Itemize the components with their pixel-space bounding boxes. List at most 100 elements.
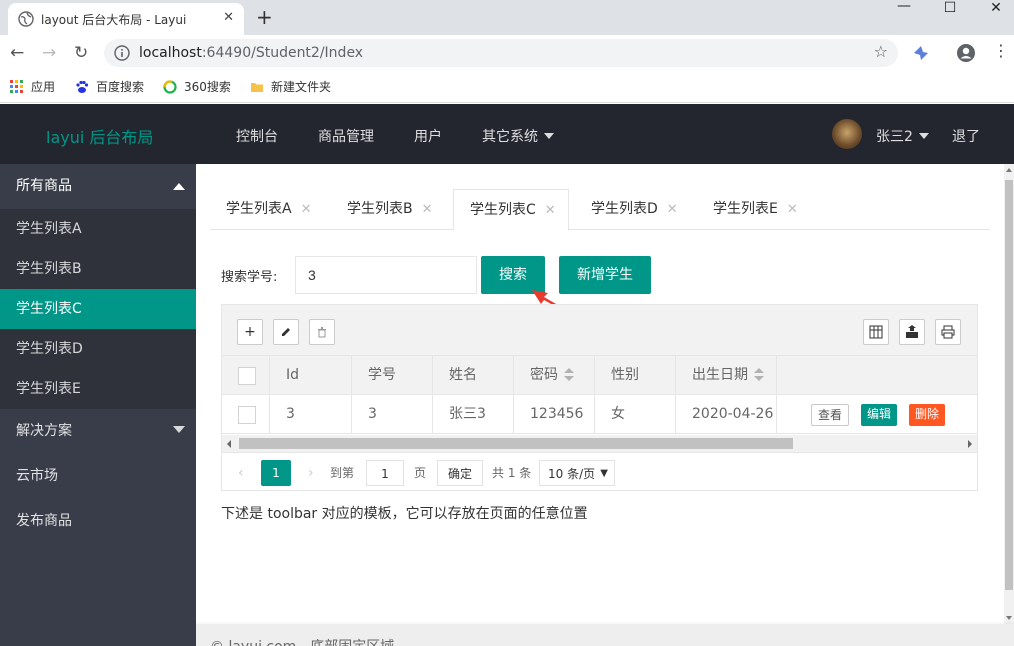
row-checkbox-cell [222,395,270,434]
sidebar: 所有商品 学生列表A 学生列表B 学生列表C 学生列表D 学生列表E 解决方案 … [0,164,196,646]
sidebar-group-cloud-market[interactable]: 云市场 [0,454,196,499]
bookmarks-bar: 应用 百度搜索 360搜索 新建文件夹 [0,71,1014,103]
column-filter-icon[interactable] [863,319,889,345]
extension-icon[interactable] [912,44,930,62]
column-header-actions [777,356,977,395]
header-checkbox-cell [222,356,270,395]
sidebar-item-list-a[interactable]: 学生列表A [0,209,196,249]
browser-tab[interactable]: layout 后台大布局 - Layui ✕ [8,3,244,35]
tab-list-b[interactable]: 学生列表B ✕ [331,189,445,230]
scroll-down-arrow-icon[interactable] [1006,616,1012,620]
sidebar-group-publish[interactable]: 发布商品 [0,499,196,544]
address-bar-row: ← → ↻ localhost:64490/Student2/Index ☆ ⋮ [0,35,1014,71]
total-count: 共 1 条 [492,466,532,480]
table-hscroll[interactable] [222,435,977,452]
apps-grid-icon [10,79,23,93]
goto-confirm-button[interactable]: 确定 [437,460,483,486]
table-toolbar: + [222,305,977,356]
next-page-icon[interactable]: › [308,460,314,486]
sidebar-group-solutions[interactable]: 解决方案 [0,409,196,454]
browser-menu-icon[interactable]: ⋮ [993,41,1009,60]
scrollbar-thumb[interactable] [1005,180,1013,590]
column-header-password[interactable]: 密码 [514,356,595,395]
reload-icon[interactable]: ↻ [74,43,88,63]
data-table: + Id 学号 姓名 密码 性别 出生日期 3 3 张三3 123456 女 2… [221,304,978,491]
table-row[interactable]: 3 3 张三3 123456 女 2020-04-26 查看 编辑 删除 [222,395,977,434]
sort-icon[interactable] [564,368,574,382]
maximize-button[interactable]: ☐ [928,0,972,18]
column-header-name[interactable]: 姓名 [433,356,514,395]
dropdown-arrow-icon: ▼ [600,468,608,479]
column-header-sex[interactable]: 性别 [595,356,676,395]
sidebar-item-list-d[interactable]: 学生列表D [0,329,196,369]
scroll-left-arrow-icon[interactable] [227,440,231,448]
page-scrollbar[interactable] [1004,164,1014,624]
scroll-up-arrow-icon[interactable] [1006,168,1012,172]
user-menu[interactable]: 张三2 [876,126,929,146]
close-icon[interactable]: ✕ [301,202,312,217]
nav-console[interactable]: 控制台 [236,126,278,146]
footer-text: © layui.com - 底部固定区域 [210,636,394,646]
close-icon[interactable]: ✕ [787,202,798,217]
nav-users[interactable]: 用户 [414,126,442,146]
sidebar-item-list-b[interactable]: 学生列表B [0,249,196,289]
add-icon[interactable]: + [237,319,263,345]
search-input[interactable] [295,256,477,294]
url-bar[interactable]: localhost:64490/Student2/Index ☆ [104,39,898,67]
edit-button[interactable]: 编辑 [861,404,898,426]
edit-pencil-icon[interactable] [273,319,299,345]
logout-link[interactable]: 退了 [952,126,980,146]
nav-other-systems[interactable]: 其它系统 [482,126,554,146]
back-arrow-icon[interactable]: ← [10,43,24,63]
bookmark-apps[interactable]: 应用 [10,78,55,95]
export-icon[interactable] [899,319,925,345]
tab-strip: 学生列表A ✕ 学生列表B ✕ 学生列表C ✕ 学生列表D ✕ 学生列表E ✕ [210,189,990,231]
close-icon[interactable]: ✕ [422,202,433,217]
sidebar-item-list-c[interactable]: 学生列表C [0,289,196,329]
sidebar-item-list-e[interactable]: 学生列表E [0,369,196,409]
hscroll-thumb[interactable] [239,438,793,449]
bookmark-360[interactable]: 360搜索 [163,78,231,95]
new-tab-button[interactable]: + [256,5,273,29]
scroll-right-arrow-icon[interactable] [968,440,972,448]
tab-list-c[interactable]: 学生列表C ✕ [453,189,569,231]
profile-icon[interactable] [956,43,976,63]
close-icon[interactable]: ✕ [667,202,678,217]
page-size-select[interactable]: 10 条/页 ▼ [539,460,615,486]
page-number-current[interactable]: 1 [261,460,291,486]
sort-icon[interactable] [754,368,764,382]
cell-name: 张三3 [433,395,514,434]
column-header-student-no[interactable]: 学号 [352,356,433,395]
row-checkbox[interactable] [238,406,256,424]
chevron-down-icon [173,426,185,433]
close-tab-icon[interactable]: ✕ [223,10,234,25]
column-header-id[interactable]: Id [270,356,352,395]
bookmark-baidu[interactable]: 百度搜索 [75,78,144,95]
bookmark-star-icon[interactable]: ☆ [874,42,888,61]
view-button[interactable]: 查看 [811,404,850,426]
tab-list-e[interactable]: 学生列表E ✕ [697,189,810,230]
bookmark-folder[interactable]: 新建文件夹 [250,78,331,95]
goto-page-input[interactable]: 1 [366,460,404,486]
chevron-down-icon [544,133,554,139]
search-label: 搜索学号: [221,270,278,285]
forward-arrow-icon[interactable]: → [42,43,56,63]
avatar[interactable] [832,119,862,149]
nav-products[interactable]: 商品管理 [318,126,374,146]
delete-trash-icon[interactable] [309,319,335,345]
cell-student-no: 3 [352,395,433,434]
prev-page-icon[interactable]: ‹ [238,460,244,486]
close-icon[interactable]: ✕ [545,203,556,218]
print-icon[interactable] [935,319,961,345]
folder-icon [251,82,263,92]
column-header-birthdate[interactable]: 出生日期 [676,356,777,395]
select-all-checkbox[interactable] [238,367,256,385]
minimize-button[interactable]: — [882,0,926,16]
tab-list-d[interactable]: 学生列表D ✕ [575,189,690,230]
delete-button[interactable]: 删除 [909,404,946,426]
page-unit-label: 页 [414,466,427,480]
window-close-button[interactable]: ✕ [974,0,1014,18]
sidebar-group-all-products[interactable]: 所有商品 [0,164,196,209]
360-search-icon [163,79,177,94]
tab-list-a[interactable]: 学生列表A ✕ [210,189,323,230]
